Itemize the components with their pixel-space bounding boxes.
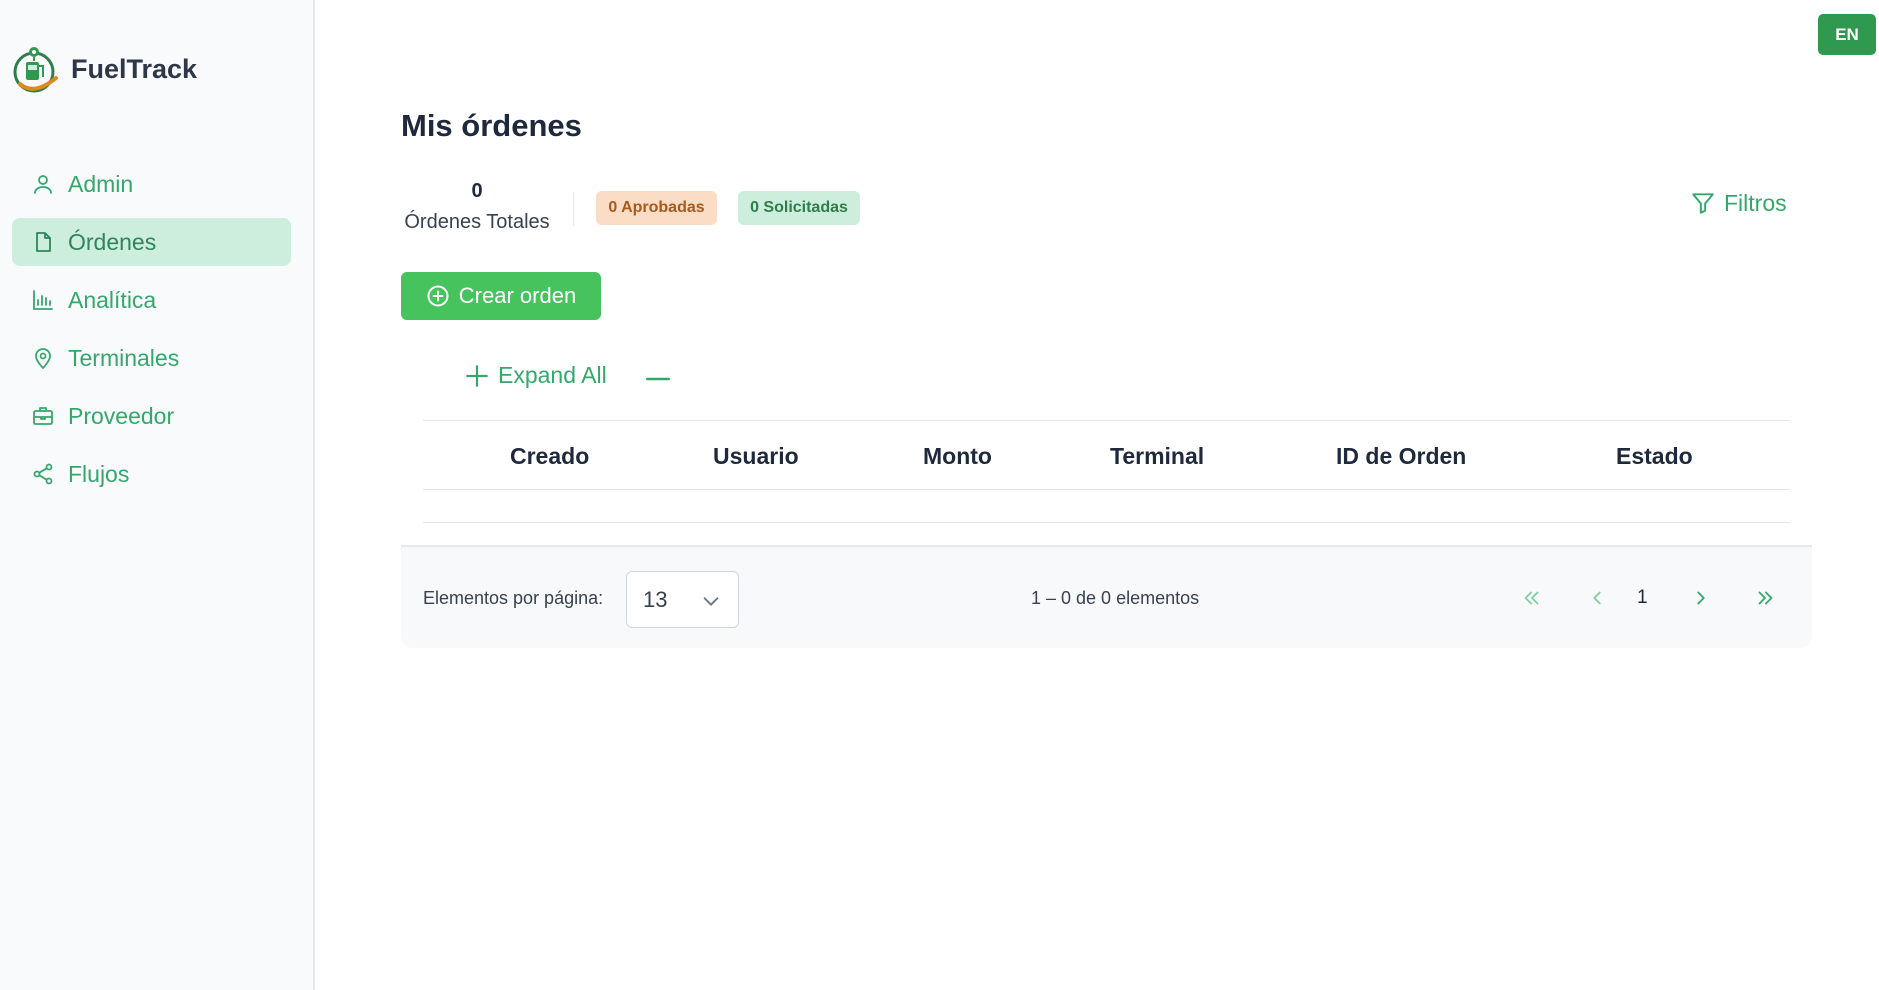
create-order-label: Crear orden (458, 283, 577, 308)
plus-circle-icon (427, 285, 449, 307)
sidebar-item-label: Terminales (68, 344, 180, 371)
current-page-number[interactable]: 1 (1637, 583, 1648, 613)
items-per-page-label: Elementos por página: (423, 588, 604, 608)
app-name: FuelTrack (71, 53, 198, 84)
chevron-left-icon (1593, 591, 1601, 605)
column-header-terminal[interactable]: Terminal (1110, 421, 1204, 491)
double-chevron-right-icon (1758, 591, 1773, 605)
bar-chart-icon (30, 287, 56, 313)
brand[interactable]: FuelTrack (12, 44, 197, 94)
collapse-all-button[interactable] (643, 364, 673, 394)
plus-icon (466, 364, 488, 387)
sidebar-item-terminales[interactable]: Terminales (12, 334, 291, 382)
chevron-right-icon (1697, 591, 1705, 605)
column-header-creado[interactable]: Creado (510, 421, 589, 491)
total-orders-label: Órdenes Totales (404, 211, 550, 233)
column-header-usuario[interactable]: Usuario (713, 421, 799, 491)
sidebar-item-admin[interactable]: Admin (12, 160, 291, 208)
briefcase-icon (30, 403, 56, 429)
previous-page-button[interactable] (1582, 583, 1612, 613)
share-nodes-icon (30, 461, 56, 487)
next-page-button[interactable] (1686, 583, 1716, 613)
user-icon (30, 171, 56, 197)
first-page-button[interactable] (1517, 583, 1547, 613)
sidebar: FuelTrack Admin Órdenes Analítica Termin… (0, 0, 315, 990)
create-order-button[interactable]: Crear orden (401, 272, 601, 320)
filters-button[interactable]: Filtros (1690, 186, 1787, 220)
items-per-page-value: 13 (643, 586, 668, 612)
sidebar-item-flujos[interactable]: Flujos (12, 450, 291, 498)
last-page-button[interactable] (1750, 583, 1780, 613)
double-chevron-left-icon (1524, 591, 1539, 605)
total-orders-value: 0 (471, 180, 483, 202)
sidebar-item-label: Flujos (68, 460, 130, 487)
page-range-label: 1 – 0 de 0 elementos (1031, 588, 1200, 608)
app-root: FuelTrack Admin Órdenes Analítica Termin… (0, 0, 1879, 990)
column-header-estado[interactable]: Estado (1616, 421, 1693, 491)
language-button[interactable]: EN (1818, 14, 1876, 55)
expand-all-button[interactable]: Expand All (464, 362, 607, 389)
table-header: Creado Usuario Monto Terminal ID de Orde… (423, 420, 1790, 490)
column-header-monto[interactable]: Monto (923, 421, 992, 491)
filter-icon (1692, 193, 1714, 214)
minus-icon (645, 377, 671, 381)
fueltrack-logo (13, 47, 58, 93)
sidebar-item-ordenes[interactable]: Órdenes (12, 218, 291, 266)
column-header-id-orden[interactable]: ID de Orden (1336, 421, 1466, 491)
approved-badge: 0 Aprobadas (596, 191, 717, 225)
document-icon (30, 229, 56, 255)
sidebar-nav: Admin Órdenes Analítica Terminales Prove… (12, 160, 291, 508)
sidebar-item-analitica[interactable]: Analítica (12, 276, 291, 324)
requested-badge: 0 Solicitadas (738, 191, 860, 225)
total-orders-stat: 0 Órdenes Totales (401, 180, 553, 234)
sidebar-item-label: Proveedor (68, 402, 175, 429)
sidebar-item-proveedor[interactable]: Proveedor (12, 392, 291, 440)
filters-label: Filtros (1724, 189, 1787, 216)
paginator: Elementos por página: 13 1 – 0 de 0 elem… (401, 545, 1812, 648)
chevron-down-icon (703, 597, 719, 606)
expand-all-label: Expand All (498, 362, 607, 388)
page-title: Mis órdenes (401, 108, 582, 143)
sidebar-item-label: Analítica (68, 286, 157, 313)
orders-table: Creado Usuario Monto Terminal ID de Orde… (423, 420, 1790, 523)
table-empty-row (423, 490, 1790, 523)
location-pin-icon (30, 345, 56, 371)
stats-divider (573, 192, 574, 226)
sidebar-item-label: Admin (68, 170, 134, 197)
items-per-page-select[interactable]: 13 (626, 571, 739, 628)
sidebar-item-label: Órdenes (68, 228, 157, 255)
